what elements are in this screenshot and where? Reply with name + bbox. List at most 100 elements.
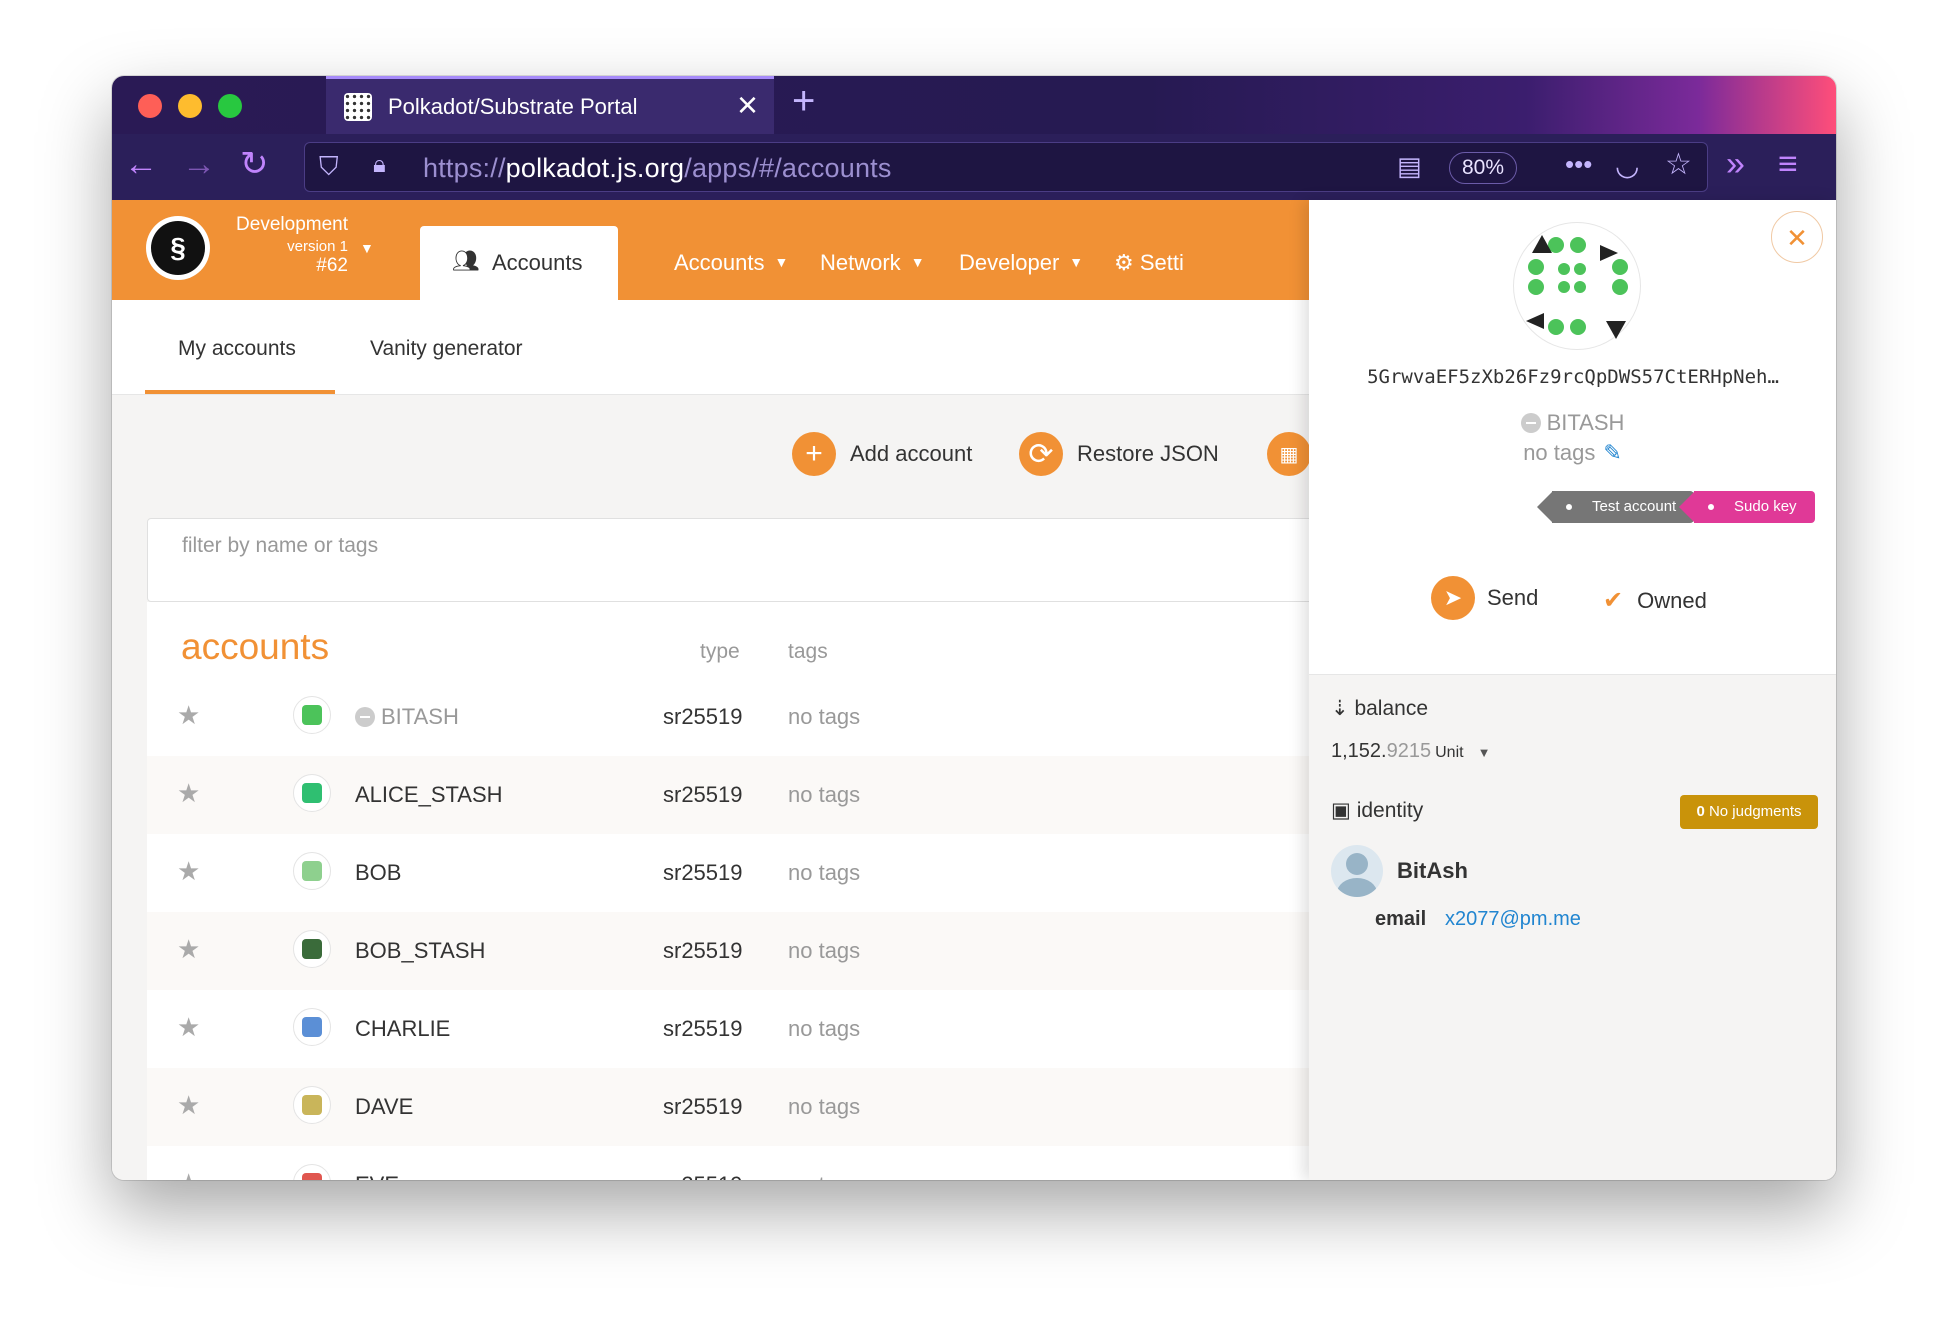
identicon-icon[interactable] (1513, 222, 1641, 350)
zoom-level[interactable]: 80% (1449, 152, 1518, 184)
menu-accounts[interactable]: Accounts ▼ (674, 250, 788, 276)
url-text[interactable]: https://polkadot.js.org/apps/#/accounts (423, 153, 892, 184)
account-tags: no tags (788, 1172, 860, 1180)
test-account-tag: Test account (1536, 491, 1695, 523)
menu-developer[interactable]: Developer ▼ (959, 250, 1083, 276)
identicon-icon[interactable] (293, 1086, 331, 1124)
table-header: accounts type tags (147, 602, 1347, 678)
check-icon: ✔ (1603, 587, 1624, 614)
tab-vanity-generator[interactable]: Vanity generator (370, 337, 523, 361)
browser-nav-bar: ← → ↻ ⛉ 🔒︎ https://polkadot.js.org/apps/… (112, 134, 1836, 200)
chevron-down-icon[interactable]: ▼ (1478, 745, 1491, 760)
chain-block-number: #62 (316, 255, 348, 276)
account-name: DAVE (355, 1094, 414, 1119)
maximize-window-button[interactable] (218, 94, 242, 118)
sync-icon: ⟳ (1019, 432, 1063, 476)
send-button[interactable]: ➤ Send (1431, 576, 1538, 620)
star-icon[interactable]: ★ (177, 1090, 200, 1121)
more-actions-icon[interactable]: ••• (1565, 149, 1592, 180)
restore-json-button[interactable]: ⟳ Restore JSON (1019, 432, 1219, 476)
table-row[interactable]: ★ EVE sr25519 no tags (147, 1146, 1347, 1180)
account-tags: no tags (788, 938, 861, 963)
account-name: BITASH (1309, 410, 1836, 436)
bookmark-star-icon[interactable]: ☆ (1665, 147, 1692, 182)
account-tags: no tags ✎ (1523, 440, 1622, 465)
filter-input[interactable] (180, 533, 1084, 559)
identicon-icon[interactable] (293, 1164, 331, 1180)
account-type: sr25519 (663, 860, 743, 885)
account-name: ALICE_STASH (355, 782, 503, 807)
star-icon[interactable]: ★ (177, 934, 200, 965)
account-address[interactable]: 5GrwvaEF5zXb26Fz9rcQpDWS57CtERHpNeh… (1331, 366, 1815, 388)
app-content: § Development version 1 #62 ▼ 👥︎ Account… (112, 200, 1836, 1180)
identicon-icon[interactable] (293, 774, 331, 812)
polkadot-favicon-icon (344, 93, 372, 121)
account-tags: no tags (788, 860, 861, 885)
back-arrow-icon[interactable]: ← (124, 144, 158, 184)
plus-icon: + (792, 432, 836, 476)
minimize-window-button[interactable] (178, 94, 202, 118)
owned-status: ✔ Owned (1603, 587, 1707, 614)
new-tab-icon[interactable]: + (792, 81, 815, 121)
star-icon[interactable]: ★ (177, 856, 200, 887)
hamburger-menu-icon[interactable]: ≡ (1778, 144, 1798, 184)
chevron-down-icon: ▼ (910, 254, 925, 270)
close-icon[interactable]: ✕ (1771, 211, 1823, 263)
account-name: EVE (355, 1172, 399, 1180)
chevron-down-icon[interactable]: ▼ (360, 240, 374, 256)
reload-icon[interactable]: ↻ (240, 144, 269, 184)
menu-network[interactable]: Network ▼ (820, 250, 925, 276)
users-icon: 👥︎ (452, 248, 480, 273)
account-type: sr25519 (663, 1016, 743, 1041)
menu-settings[interactable]: ⚙ Setti (1114, 250, 1184, 276)
active-tab-label: Accounts (492, 250, 583, 275)
lock-icon[interactable]: 🔒︎ (373, 151, 386, 179)
table-row[interactable]: ★ BOB sr25519 no tags (147, 834, 1347, 912)
identicon-icon[interactable] (293, 696, 331, 734)
identicon-icon[interactable] (293, 1008, 331, 1046)
identicon-icon[interactable] (293, 852, 331, 890)
forward-arrow-icon[interactable]: → (182, 144, 216, 184)
table-row[interactable]: ★ ALICE_STASH sr25519 no tags (147, 756, 1347, 834)
account-tags: no tags (788, 1016, 861, 1041)
star-icon[interactable]: ★ (177, 1012, 200, 1043)
reader-view-icon[interactable]: ▤ (1397, 151, 1422, 182)
table-row[interactable]: ★ BOB_STASH sr25519 no tags (147, 912, 1347, 990)
email-link[interactable]: x2077@pm.me (1445, 908, 1581, 931)
overflow-chevron-icon[interactable]: » (1726, 144, 1745, 184)
shield-icon[interactable]: ⛉ (319, 151, 339, 183)
account-type: sr25519 (663, 1094, 743, 1119)
close-window-button[interactable] (138, 94, 162, 118)
browser-tab[interactable]: Polkadot/Substrate Portal × (326, 76, 774, 134)
chain-selector[interactable]: Development version 1 #62 (230, 214, 348, 277)
chain-version: version 1 (287, 238, 348, 255)
avatar (1331, 845, 1383, 897)
tab-close-icon[interactable]: × (737, 87, 758, 123)
identicon-icon[interactable] (293, 930, 331, 968)
table-row[interactable]: ★ CHARLIE sr25519 no tags (147, 990, 1347, 1068)
add-account-button[interactable]: + Add account (792, 432, 972, 476)
address-bar[interactable]: ⛉ 🔒︎ https://polkadot.js.org/apps/#/acco… (304, 142, 1708, 192)
active-tab-underline (145, 390, 335, 394)
accounts-heading: accounts (181, 626, 330, 667)
account-type: sr25519 (663, 1172, 743, 1180)
account-sidebar: ✕ 5GrwvaEF5zXb26Fz9rcQpDWS57CtERHpNeh… B… (1309, 200, 1836, 1180)
substrate-logo-icon: § (151, 221, 205, 275)
chain-logo[interactable]: § (146, 216, 210, 280)
chain-name: Development (236, 214, 348, 235)
minus-circle-icon (355, 707, 375, 727)
edit-icon[interactable]: ✎ (1603, 440, 1621, 465)
tab-my-accounts[interactable]: My accounts (178, 337, 296, 361)
pocket-icon[interactable]: ◡ (1615, 149, 1639, 182)
tab-accounts-active[interactable]: 👥︎ Accounts (420, 226, 618, 300)
account-name: BOB_STASH (355, 938, 486, 963)
account-name: CHARLIE (355, 1016, 451, 1041)
table-row[interactable]: ★ BITASH sr25519 no tags (147, 678, 1347, 756)
star-icon[interactable]: ★ (177, 700, 200, 731)
balance-value[interactable]: 1,152.9215 Unit ▼ (1331, 740, 1490, 763)
star-icon[interactable]: ★ (177, 778, 200, 809)
column-header-tags: tags (788, 640, 828, 663)
sudo-key-tag: Sudo key (1679, 491, 1815, 523)
table-row[interactable]: ★ DAVE sr25519 no tags (147, 1068, 1347, 1146)
star-icon[interactable]: ★ (177, 1168, 200, 1180)
